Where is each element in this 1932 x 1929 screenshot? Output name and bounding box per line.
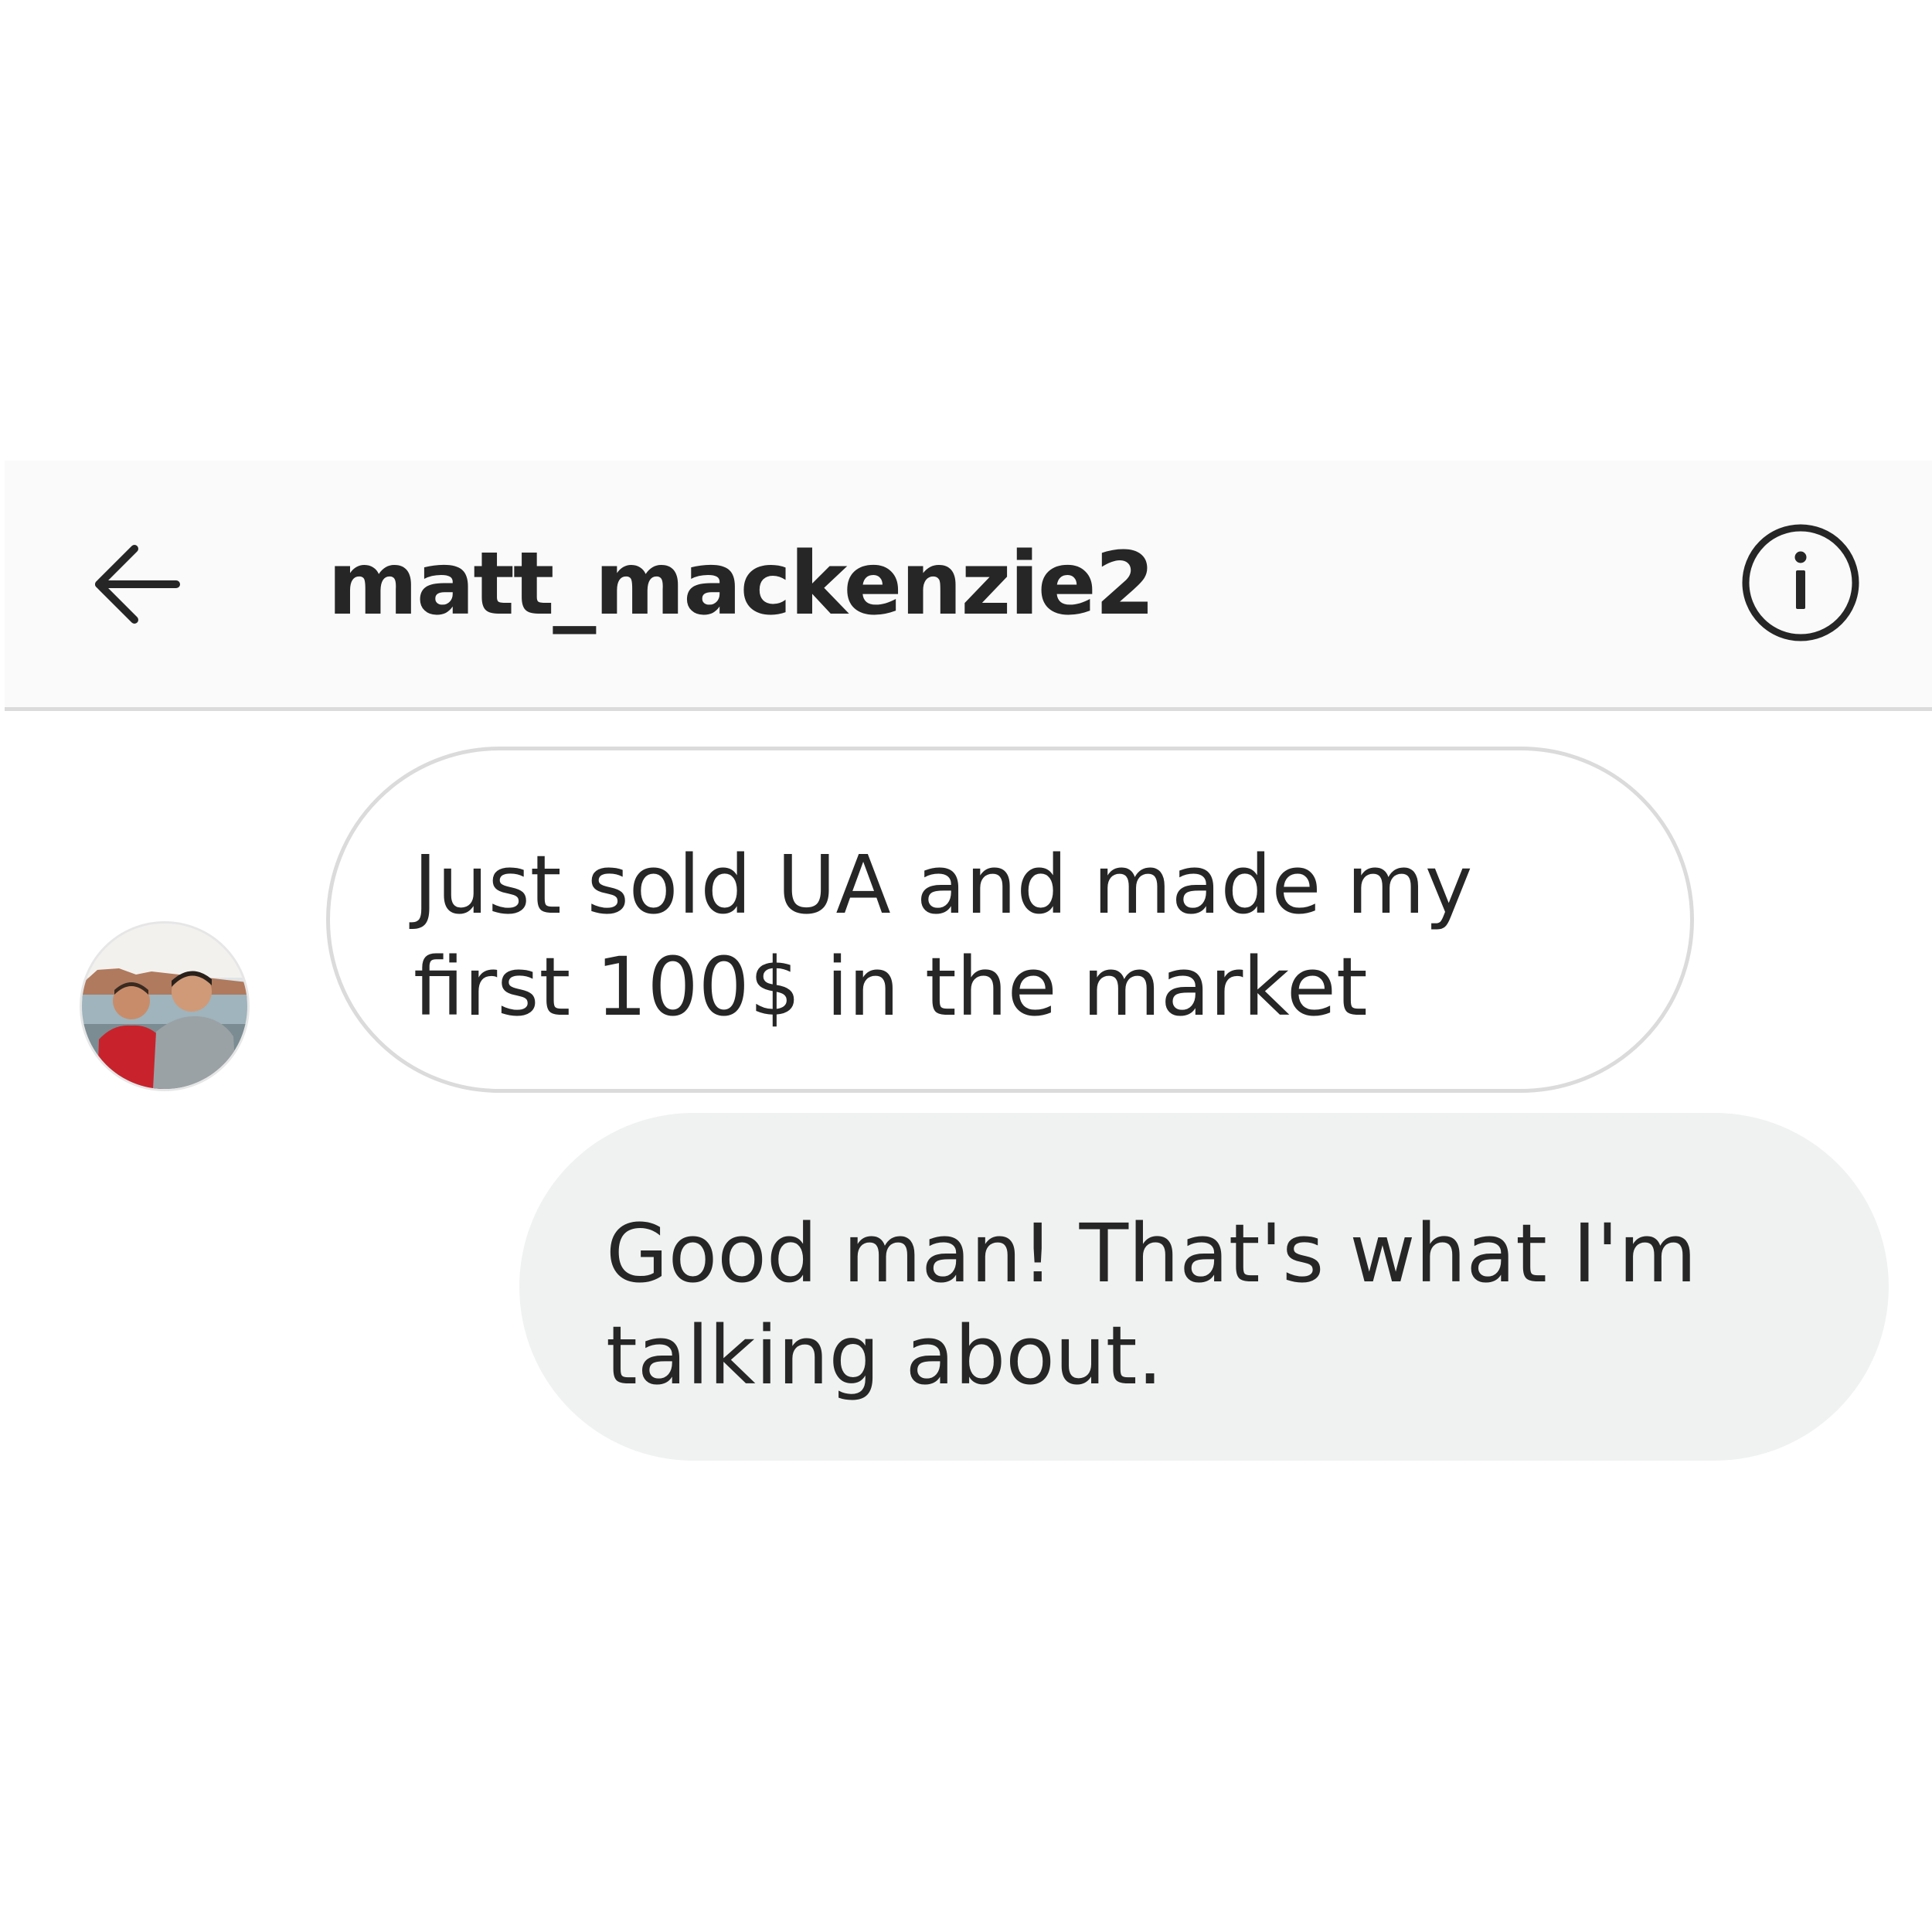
arrow-left-icon — [95, 545, 180, 624]
info-button[interactable] — [1739, 521, 1862, 645]
conversation-title[interactable]: matt_mackenzie2 — [328, 461, 1155, 707]
avatar-photo — [82, 924, 247, 1089]
incoming-message-bubble[interactable]: Just sold UA and made my first 100$ in t… — [326, 747, 1694, 1093]
contact-avatar[interactable] — [80, 921, 250, 1091]
info-circle-icon — [1742, 524, 1859, 641]
outgoing-message-bubble[interactable]: Good man! That's what I'm talking about. — [519, 1113, 1889, 1461]
chat-header: matt_mackenzie2 — [5, 461, 1932, 711]
back-button[interactable] — [82, 530, 190, 638]
incoming-message-text: Just sold UA and made my first 100$ in t… — [413, 838, 1473, 1034]
outgoing-message-text: Good man! That's what I'm talking about. — [606, 1206, 1697, 1403]
